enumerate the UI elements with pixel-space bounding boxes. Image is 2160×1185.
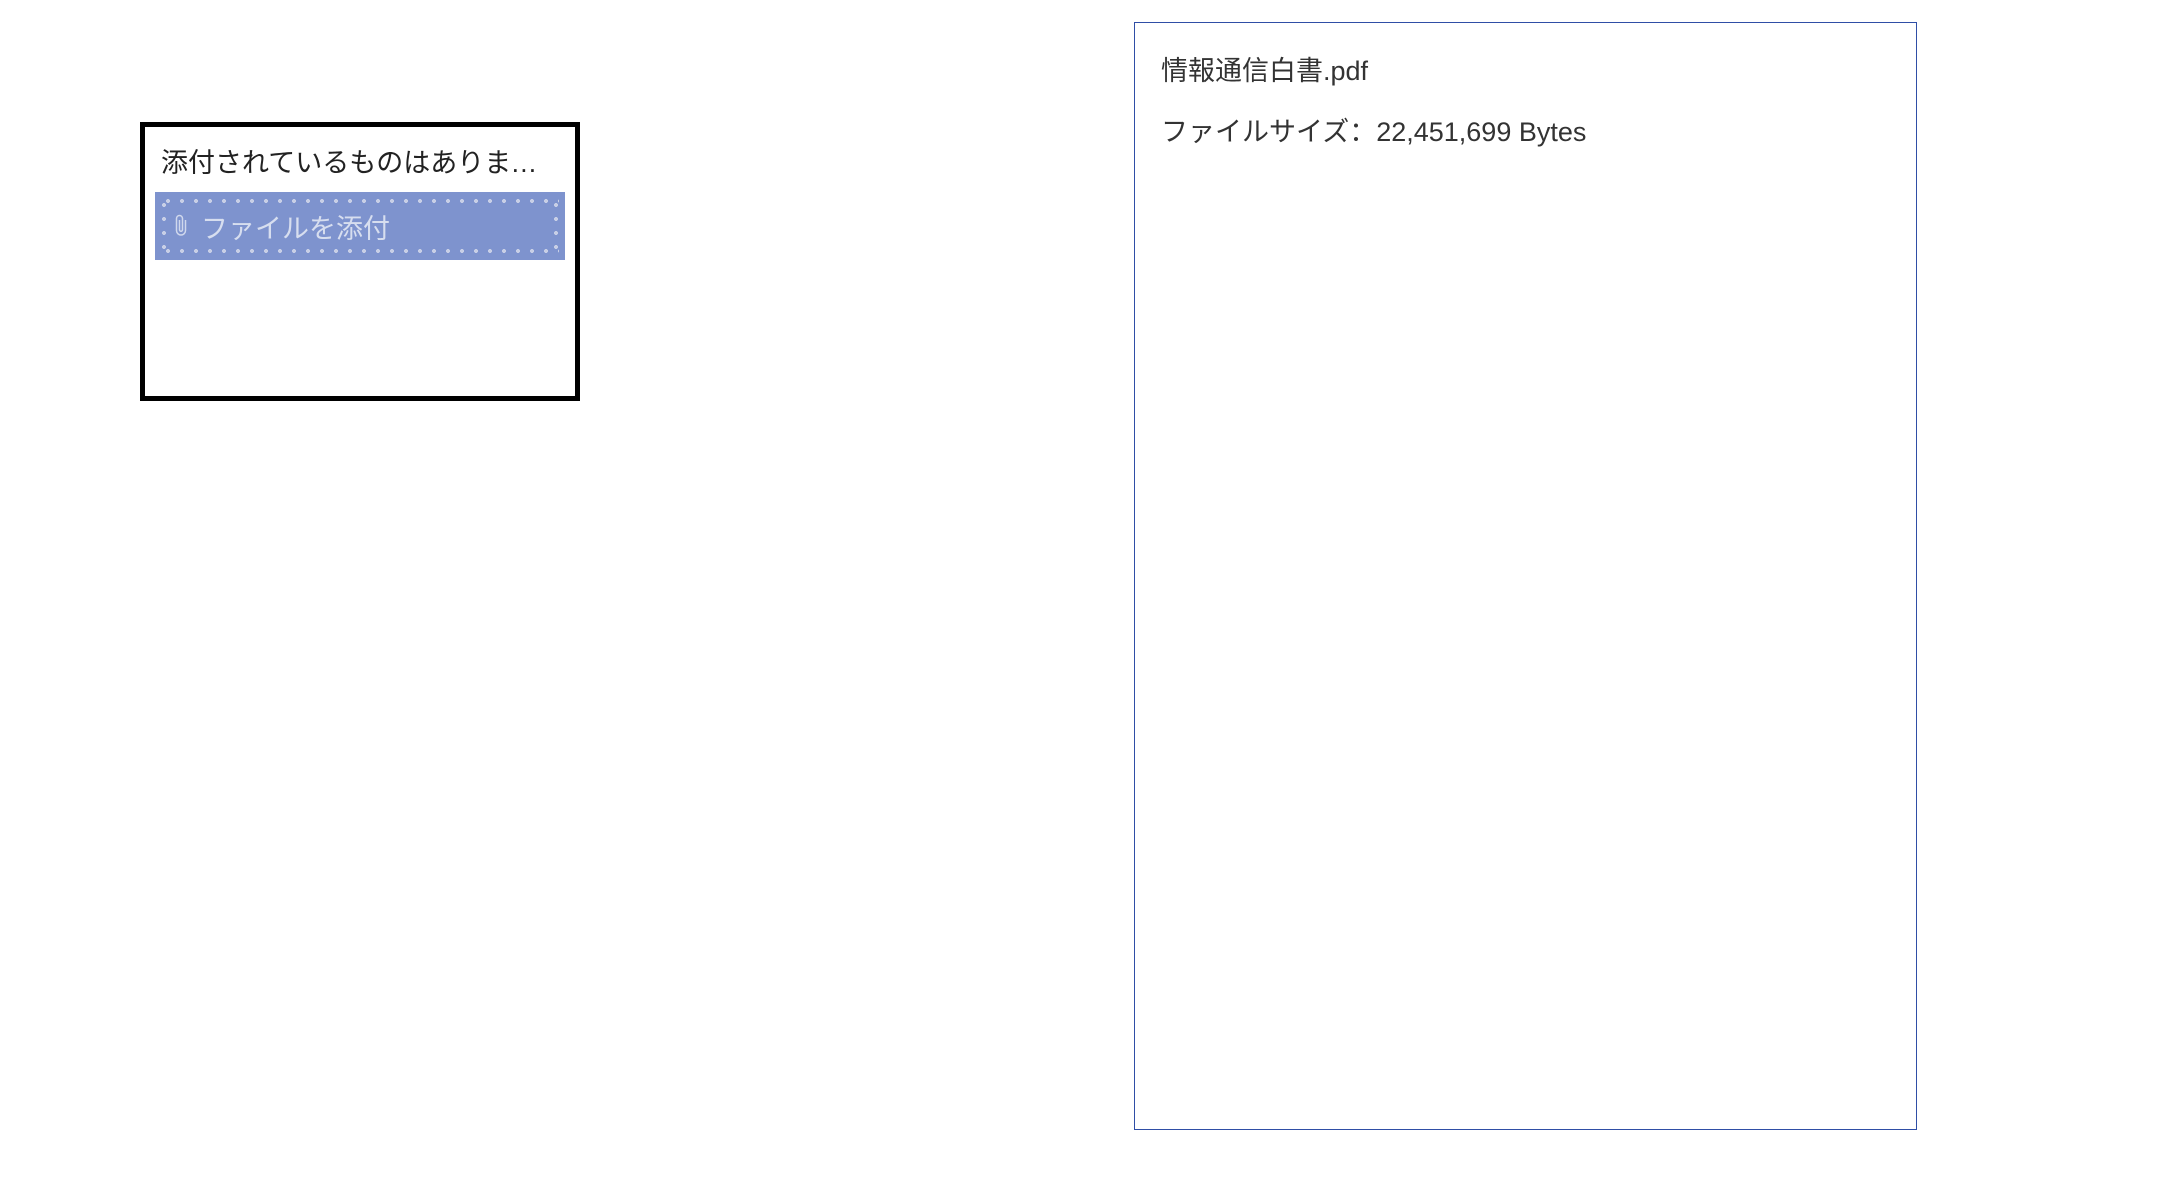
attach-file-button[interactable]: ファイルを添付 — [155, 192, 565, 260]
page-root: 添付されているものはありませ... ファイルを添付 情報通信白書.pdf ファイ… — [0, 0, 2160, 1185]
attach-file-button-label: ファイルを添付 — [201, 207, 390, 246]
file-size-label: ファイルサイズ： — [1161, 117, 1376, 147]
file-name-text: 情報通信白書.pdf — [1161, 49, 1890, 88]
file-details-panel: 情報通信白書.pdf ファイルサイズ：22,451,699 Bytes — [1134, 22, 1917, 1130]
file-size-row: ファイルサイズ：22,451,699 Bytes — [1161, 110, 1890, 149]
attachment-empty-message: 添付されているものはありませ... — [145, 127, 575, 190]
attachment-panel: 添付されているものはありませ... ファイルを添付 — [140, 122, 580, 401]
paperclip-icon — [171, 212, 191, 240]
file-size-value: 22,451,699 Bytes — [1376, 117, 1586, 147]
